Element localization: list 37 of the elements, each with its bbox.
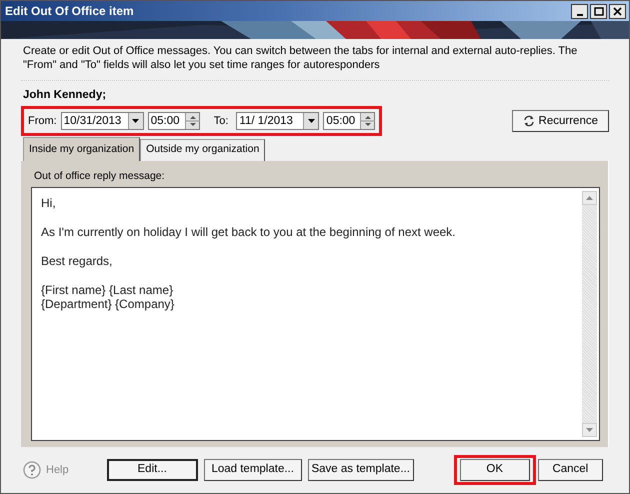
maximize-icon — [594, 6, 604, 16]
tab[interactable]: Inside my organization — [23, 137, 140, 161]
recurrence-button[interactable]: Recurrence — [512, 110, 609, 132]
dialog-button[interactable]: OK — [460, 459, 530, 481]
minimize-icon — [576, 14, 582, 16]
spinner-button[interactable] — [360, 113, 374, 130]
field-label: To: — [214, 114, 228, 129]
user-name: John Kennedy; — [23, 88, 108, 103]
scrollbar[interactable] — [582, 190, 597, 437]
dialog-button[interactable]: Edit... — [106, 459, 198, 481]
spinner-button[interactable] — [184, 113, 199, 130]
caret-icon — [308, 119, 315, 124]
close-icon — [613, 6, 622, 16]
date-picker[interactable]: 11/ 1/2013 — [236, 112, 320, 130]
dialog-button[interactable]: Load template... — [204, 459, 302, 481]
refresh-icon — [522, 115, 535, 128]
scroll-down-button[interactable] — [582, 423, 597, 437]
dropdown-button[interactable] — [128, 113, 143, 130]
window-title: Edit Out Of Office item — [5, 3, 135, 20]
dialog-button[interactable]: Save as template... — [308, 459, 414, 481]
up-arrow-icon — [586, 196, 593, 200]
tab[interactable]: Outside my organization — [140, 139, 266, 161]
dropdown-button[interactable] — [303, 113, 318, 130]
description-text: Create or edit Out of Office messages. You can switch between the tabs for internal and external auto-replies. The "From" and "To" fields will also let you set time ranges for autoresponders — [23, 44, 578, 72]
dialog-button[interactable]: Cancel — [538, 459, 603, 481]
time-field[interactable]: 05:00 — [323, 112, 376, 130]
time-field[interactable]: 05:00 — [148, 112, 200, 130]
down-arrow-icon — [586, 428, 593, 432]
caret-icon — [132, 119, 140, 124]
help-icon[interactable] — [23, 461, 41, 479]
maximize-button[interactable] — [590, 4, 607, 18]
date-picker[interactable]: 10/31/2013 — [60, 112, 144, 130]
close-button[interactable] — [609, 4, 626, 18]
message-label: Out of office reply message: — [34, 169, 166, 184]
field-label: From: — [28, 114, 57, 129]
minimize-button[interactable] — [571, 4, 588, 18]
scroll-up-button[interactable] — [582, 190, 597, 205]
